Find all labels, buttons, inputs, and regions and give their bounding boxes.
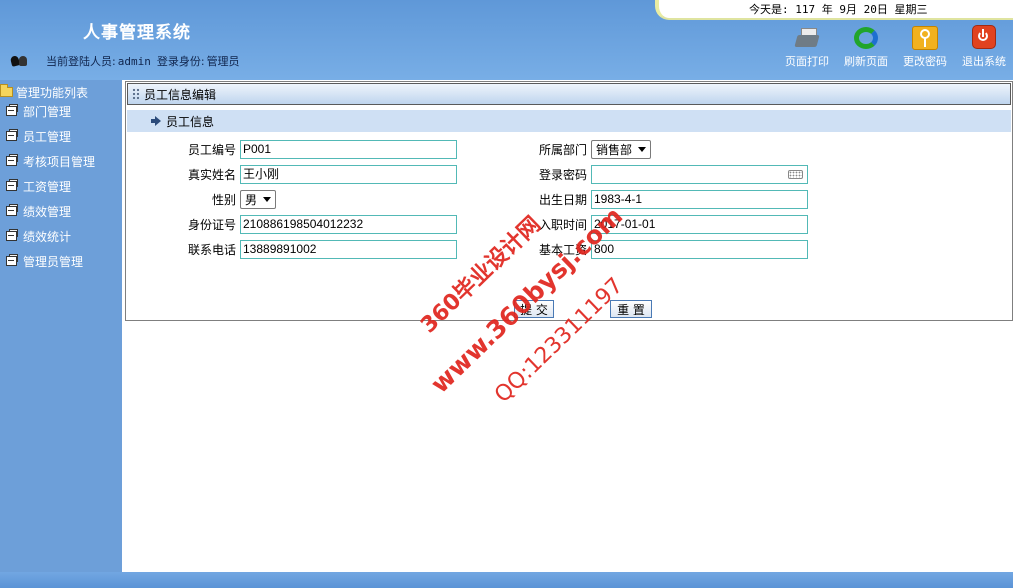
app-title: 人事管理系统 bbox=[83, 23, 191, 43]
phone-input[interactable]: 13889891002 bbox=[240, 239, 457, 259]
sidebar-item-label: 部门管理 bbox=[23, 105, 72, 119]
hire-date-label: 入职时间 bbox=[538, 217, 587, 232]
sidebar-item-departments[interactable]: 部门管理 bbox=[6, 103, 95, 128]
sidebar-item-label: 管理员管理 bbox=[23, 255, 84, 269]
printer-icon bbox=[793, 25, 821, 51]
chevron-down-icon bbox=[263, 196, 272, 202]
logout-button[interactable]: 退出系统 bbox=[955, 25, 1013, 69]
reset-button[interactable]: 重 置 bbox=[610, 300, 652, 318]
hire-date-input[interactable]: 2017-01-01 bbox=[591, 214, 808, 234]
sidebar-item-label: 绩效管理 bbox=[23, 205, 72, 219]
password-label: 登录密码 bbox=[538, 167, 587, 182]
footer-bar bbox=[0, 572, 1013, 588]
panel-title: 员工信息编辑 bbox=[144, 87, 217, 102]
document-icon bbox=[6, 179, 19, 191]
sidebar-item-admins[interactable]: 管理员管理 bbox=[6, 253, 95, 278]
keyboard-icon[interactable] bbox=[788, 169, 803, 179]
real-name-row: 真实姓名 王小刚 bbox=[126, 164, 457, 184]
header-bar: 人事管理系统 当前登陆人员: admin 登录身份: 管理员 今天是: 117 … bbox=[0, 0, 1013, 80]
refresh-page-button[interactable]: 刷新页面 bbox=[837, 25, 895, 69]
emp-no-label: 员工编号 bbox=[187, 142, 236, 157]
sidebar-item-label: 考核项目管理 bbox=[23, 155, 96, 169]
today-date: 今天是: 117 年 9月 20日 星期三 bbox=[749, 3, 928, 16]
phone-row: 联系电话 13889891002 bbox=[126, 239, 457, 259]
sidebar-menu: 部门管理 员工管理 考核项目管理 工资管理 绩效管理 绩效统计 管理员管理 bbox=[6, 103, 95, 278]
sidebar-item-performance[interactable]: 绩效管理 bbox=[6, 203, 95, 228]
key-icon bbox=[911, 25, 939, 51]
sidebar-item-label: 员工管理 bbox=[23, 130, 72, 144]
date-bar: 今天是: 117 年 9月 20日 星期三 bbox=[655, 0, 1013, 20]
current-username: admin bbox=[117, 54, 151, 68]
document-icon bbox=[6, 254, 19, 266]
refresh-icon bbox=[852, 25, 880, 51]
arrow-right-icon bbox=[150, 115, 162, 127]
sidebar-item-label: 绩效统计 bbox=[23, 230, 72, 244]
chevron-down-icon bbox=[638, 146, 647, 152]
print-page-label: 页面打印 bbox=[785, 55, 829, 68]
gender-label: 性别 bbox=[211, 192, 236, 207]
id-card-row: 身份证号 210886198504012232 bbox=[126, 214, 457, 234]
real-name-input[interactable]: 王小刚 bbox=[240, 164, 457, 184]
document-icon bbox=[6, 229, 19, 241]
panel-header: 员工信息编辑 bbox=[127, 83, 1011, 105]
sidebar-item-assessment-items[interactable]: 考核项目管理 bbox=[6, 153, 95, 178]
gender-select[interactable]: 男 bbox=[240, 189, 277, 209]
hire-date-row: 入职时间 2017-01-01 bbox=[477, 214, 808, 234]
sidebar: 管理功能列表 部门管理 员工管理 考核项目管理 工资管理 绩效管理 绩效统计 管… bbox=[0, 80, 122, 572]
emp-no-row: 员工编号 P001 bbox=[126, 139, 457, 159]
section-header: 员工信息 bbox=[127, 110, 1011, 132]
birth-date-row: 出生日期 1983-4-1 bbox=[477, 189, 808, 209]
print-page-button[interactable]: 页面打印 bbox=[778, 25, 836, 69]
role-label: 登录身份: bbox=[156, 55, 205, 68]
sidebar-title: 管理功能列表 bbox=[0, 83, 88, 101]
change-password-button[interactable]: 更改密码 bbox=[896, 25, 954, 69]
power-icon bbox=[970, 25, 998, 51]
employee-edit-panel: 员工信息编辑 员工信息 员工编号 P001 真实姓名 王小刚 性别 男 身份证号… bbox=[125, 81, 1013, 321]
submit-button[interactable]: 提 交 bbox=[514, 300, 554, 318]
current-user-label: 当前登陆人员: bbox=[46, 55, 116, 68]
real-name-label: 真实姓名 bbox=[187, 167, 236, 182]
document-icon bbox=[6, 129, 19, 141]
sidebar-item-performance-stats[interactable]: 绩效统计 bbox=[6, 228, 95, 253]
base-salary-input[interactable]: 800 bbox=[591, 239, 808, 259]
section-title: 员工信息 bbox=[166, 114, 215, 129]
department-label: 所属部门 bbox=[538, 142, 587, 157]
document-icon bbox=[6, 204, 19, 216]
logout-label: 退出系统 bbox=[962, 55, 1006, 68]
id-card-input[interactable]: 210886198504012232 bbox=[240, 214, 457, 234]
password-input[interactable] bbox=[591, 164, 808, 184]
base-salary-label: 基本工资 bbox=[538, 242, 587, 257]
emp-no-input[interactable]: P001 bbox=[240, 139, 457, 159]
id-card-label: 身份证号 bbox=[187, 217, 236, 232]
current-role: 管理员 bbox=[206, 55, 240, 68]
users-icon bbox=[9, 53, 30, 69]
department-select[interactable]: 销售部 bbox=[591, 139, 652, 159]
user-info: 当前登陆人员: admin 登录身份: 管理员 bbox=[9, 52, 240, 70]
department-row: 所属部门 销售部 bbox=[477, 139, 652, 159]
gender-selected: 男 bbox=[245, 192, 258, 207]
document-icon bbox=[6, 104, 19, 116]
folder-icon bbox=[0, 84, 13, 97]
base-salary-row: 基本工资 800 bbox=[477, 239, 808, 259]
sidebar-item-label: 工资管理 bbox=[23, 180, 72, 194]
password-row: 登录密码 bbox=[477, 164, 808, 184]
birth-date-input[interactable]: 1983-4-1 bbox=[591, 189, 808, 209]
grip-icon bbox=[132, 88, 140, 100]
department-selected: 销售部 bbox=[596, 142, 633, 157]
birth-date-label: 出生日期 bbox=[538, 192, 587, 207]
toolbar: 页面打印 刷新页面 更改密码 退出系统 bbox=[778, 25, 1013, 69]
phone-label: 联系电话 bbox=[187, 242, 236, 257]
sidebar-item-salary[interactable]: 工资管理 bbox=[6, 178, 95, 203]
change-password-label: 更改密码 bbox=[903, 55, 947, 68]
gender-row: 性别 男 bbox=[126, 189, 277, 209]
document-icon bbox=[6, 154, 19, 166]
sidebar-item-employees[interactable]: 员工管理 bbox=[6, 128, 95, 153]
sidebar-title-label: 管理功能列表 bbox=[16, 85, 89, 100]
refresh-page-label: 刷新页面 bbox=[844, 55, 888, 68]
